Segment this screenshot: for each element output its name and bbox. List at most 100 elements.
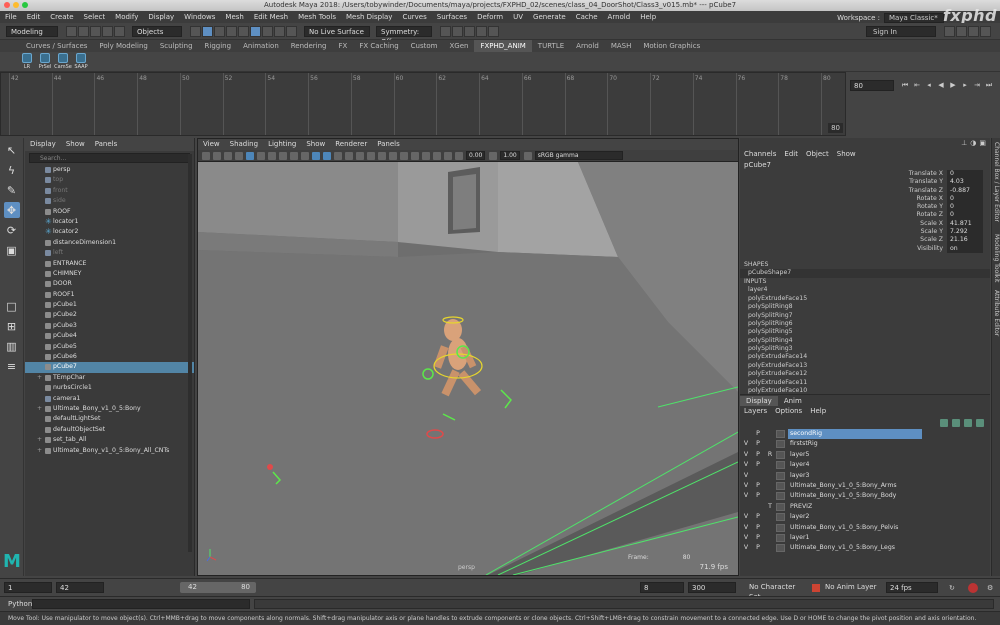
input-node[interactable]: polyExtrudeFace15: [740, 295, 990, 303]
move-layer-down-icon[interactable]: [952, 419, 960, 427]
workspace-select[interactable]: Maya Classic*: [884, 13, 944, 23]
layer-name[interactable]: layer1: [788, 533, 922, 543]
layer-display-type-toggle[interactable]: [764, 481, 776, 491]
layer-name[interactable]: Ultimate_Bony_v1_0_5:Bony_Legs: [788, 543, 922, 553]
layer-menu-help[interactable]: Help: [806, 406, 830, 417]
render-view-button[interactable]: [440, 25, 451, 37]
menu-edit[interactable]: Edit: [22, 11, 46, 23]
open-scene-button[interactable]: [78, 25, 89, 37]
layer-display-type-toggle[interactable]: [764, 471, 776, 481]
menu-display[interactable]: Display: [143, 11, 179, 23]
auto-key-icon[interactable]: [968, 583, 978, 593]
layer-menu-options[interactable]: Options: [771, 406, 806, 417]
outliner-item[interactable]: ✳ locator2: [25, 227, 194, 237]
layer-visibility-toggle[interactable]: V: [740, 471, 752, 481]
layer-color-swatch[interactable]: [776, 461, 785, 470]
outliner-item[interactable]: camera1: [25, 394, 194, 404]
toggle-attribute-editor-button[interactable]: [956, 25, 967, 37]
outliner-menu-display[interactable]: Display: [25, 138, 61, 151]
select-tool-icon[interactable]: ↖: [4, 142, 20, 158]
lasso-tool-icon[interactable]: ϟ: [4, 162, 20, 178]
side-tab-channel-box[interactable]: Channel Box / Layer Editor: [993, 142, 1000, 222]
channel-attribute-value[interactable]: 0: [947, 194, 983, 204]
layer-name[interactable]: Ultimate_Bony_v1_0_5:Bony_Pelvis: [788, 523, 922, 533]
layer-visibility-toggle[interactable]: V: [740, 523, 752, 533]
layer-menu-layers[interactable]: Layers: [740, 406, 771, 417]
shelf-tab-fx[interactable]: FX: [333, 40, 354, 52]
outliner-item[interactable]: pCube5: [25, 342, 194, 352]
channel-attribute-value[interactable]: on: [947, 244, 983, 253]
channel-box-menu-channels[interactable]: Channels: [740, 148, 780, 160]
menu-generate[interactable]: Generate: [528, 11, 571, 23]
channel-attribute-row[interactable]: Rotate Z0: [740, 211, 990, 220]
select-hierarchy-button[interactable]: [190, 25, 201, 37]
input-node[interactable]: layer4: [740, 286, 990, 294]
make-live-button[interactable]: [286, 25, 297, 37]
default-material-icon[interactable]: [334, 151, 342, 160]
outliner-item[interactable]: + Ultimate_Bony_v1_0_5:Bony_All_CNTs: [25, 446, 194, 456]
layer-color-swatch[interactable]: [776, 523, 785, 532]
wireframe-icon[interactable]: [312, 151, 320, 160]
render-frame-button[interactable]: [452, 25, 463, 37]
gamma-field[interactable]: 1.00: [500, 151, 520, 160]
outliner-layout-icon[interactable]: ▥: [4, 338, 20, 354]
layer-display-type-toggle[interactable]: [764, 439, 776, 449]
channel-attribute-name[interactable]: Scale Y: [740, 228, 947, 236]
layer-color-swatch[interactable]: [776, 513, 785, 522]
layer-row[interactable]: V P Ultimate_Bony_v1_0_5:Bony_Pelvis: [740, 523, 990, 533]
layer-display-type-toggle[interactable]: [764, 523, 776, 533]
channel-attribute-row[interactable]: Scale Y 7.292: [740, 228, 990, 237]
layer-color-swatch[interactable]: [776, 430, 785, 438]
step-forward-key-icon[interactable]: ⇥: [972, 80, 982, 91]
outliner-item[interactable]: pCube3: [25, 321, 194, 331]
layer-display-type-toggle[interactable]: [764, 543, 776, 553]
outliner-item[interactable]: ROOF: [25, 207, 194, 217]
toggle-tool-settings-button[interactable]: [968, 25, 979, 37]
shape-node[interactable]: pCubeShape7: [740, 269, 990, 278]
channel-attribute-name[interactable]: Translate X: [740, 170, 947, 178]
expand-icon[interactable]: +: [37, 373, 42, 383]
layer-visibility-toggle[interactable]: V: [740, 439, 752, 449]
input-node[interactable]: polySplitRing4: [740, 337, 990, 345]
channel-attribute-row[interactable]: Translate Z -0.887: [740, 186, 990, 195]
shelf-tab-mash[interactable]: MASH: [605, 40, 638, 52]
depth-of-field-icon[interactable]: [411, 151, 419, 160]
move-tool-icon[interactable]: ✥: [3, 202, 20, 218]
command-language[interactable]: Python: [8, 600, 32, 608]
layer-visibility-toggle[interactable]: V: [740, 491, 752, 501]
channel-attribute-name[interactable]: Translate Z: [740, 187, 947, 195]
shelf-tab-fx-caching[interactable]: FX Caching: [353, 40, 404, 52]
colorspace-select[interactable]: sRGB gamma: [534, 151, 623, 160]
layer-visibility-toggle[interactable]: V: [740, 533, 752, 543]
channel-attribute-name[interactable]: Rotate X: [740, 195, 947, 203]
viewport-menu-show[interactable]: Show: [301, 139, 330, 150]
menu-arnold[interactable]: Arnold: [603, 11, 636, 23]
select-object-button[interactable]: [202, 25, 213, 37]
layer-display-type-toggle[interactable]: T: [764, 502, 776, 512]
new-layer-from-selection-icon[interactable]: [976, 419, 984, 427]
channel-attribute-name[interactable]: Scale X: [740, 220, 947, 228]
new-empty-layer-icon[interactable]: [964, 419, 972, 427]
viewport-scene[interactable]: Frame: 80 persp 71.9 fps: [198, 162, 738, 575]
pick-mask-button[interactable]: [226, 25, 237, 37]
current-frame-field[interactable]: 80: [850, 80, 894, 91]
menu-mesh-tools[interactable]: Mesh Tools: [293, 11, 341, 23]
outliner-item[interactable]: left: [25, 248, 194, 258]
input-node[interactable]: polyExtrudeFace14: [740, 353, 990, 361]
channel-attribute-name[interactable]: Translate Y: [740, 178, 947, 186]
gamma-icon[interactable]: [489, 151, 498, 160]
hypershade-button[interactable]: [488, 25, 499, 37]
loop-icon[interactable]: ↻: [946, 583, 956, 593]
menu-file[interactable]: File: [0, 11, 22, 23]
input-node[interactable]: polyExtrudeFace11: [740, 379, 990, 387]
menu-windows[interactable]: Windows: [179, 11, 220, 23]
shelf-tab-motion-graphics[interactable]: Motion Graphics: [637, 40, 706, 52]
layer-playback-toggle[interactable]: P: [752, 512, 764, 522]
outliner-item[interactable]: pCube6: [25, 352, 194, 362]
use-all-lights-icon[interactable]: [356, 151, 364, 160]
layer-name[interactable]: layer5: [788, 450, 922, 460]
layer-visibility-toggle[interactable]: V: [740, 460, 752, 470]
channel-box-menu-object[interactable]: Object: [802, 148, 833, 160]
sign-in-button[interactable]: Sign In: [866, 25, 936, 37]
shelf-tab-turtle[interactable]: TURTLE: [532, 40, 570, 52]
